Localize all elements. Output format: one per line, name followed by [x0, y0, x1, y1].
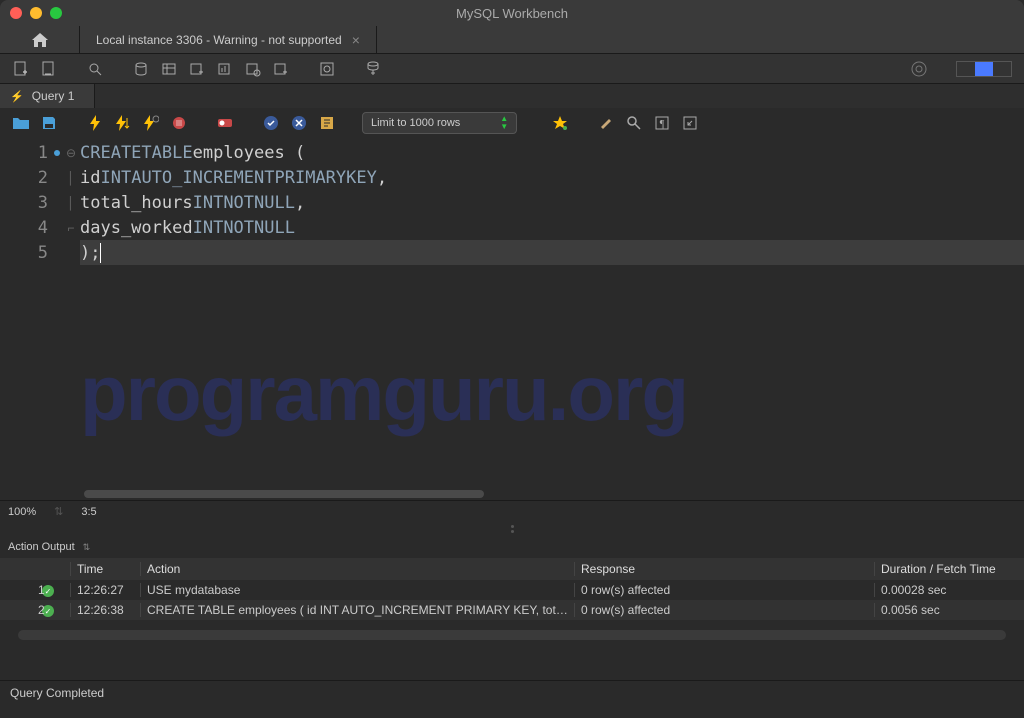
editor-toolbar: Limit to 1000 rows ▲▼ ¶ — [0, 108, 1024, 138]
watermark-text: programguru.org — [80, 348, 687, 439]
panel-splitter[interactable] — [0, 522, 1024, 536]
connection-tab-bar: Local instance 3306 - Warning - not supp… — [0, 26, 1024, 54]
sql-editor[interactable]: 12345 ⊖││⌐ programguru.org CREATE TABLE … — [0, 138, 1024, 488]
line-number: 1 — [0, 140, 62, 165]
code-line[interactable]: id INT AUTO_INCREMENT PRIMARY KEY, — [80, 165, 1024, 190]
rollback-icon[interactable] — [290, 114, 308, 132]
code-line[interactable]: CREATE TABLE employees ( — [80, 140, 1024, 165]
line-number: 4 — [0, 215, 62, 240]
output-mode-dropdown[interactable]: Action Output — [8, 541, 75, 553]
limit-rows-dropdown[interactable]: Limit to 1000 rows ▲▼ — [362, 112, 517, 134]
status-arrows-icon[interactable]: ⇅ — [54, 505, 63, 518]
explain-icon[interactable] — [142, 114, 160, 132]
status-message: Query Completed — [10, 686, 104, 700]
fold-marker[interactable]: │ — [62, 190, 80, 215]
zoom-level[interactable]: 100% — [8, 506, 36, 518]
query-tab[interactable]: ⚡ Query 1 — [0, 84, 95, 108]
open-file-icon[interactable] — [12, 114, 30, 132]
fold-marker[interactable] — [62, 240, 80, 265]
titlebar: MySQL Workbench — [0, 0, 1024, 26]
dropdown-arrows-icon: ▲▼ — [500, 115, 508, 131]
bolt-icon: ⚡ — [10, 90, 24, 103]
wrap-icon[interactable]: ¶ — [653, 114, 671, 132]
code-area[interactable]: programguru.org CREATE TABLE employees (… — [80, 138, 1024, 488]
db-tool-3-icon[interactable] — [188, 60, 206, 78]
db-tool-6-icon[interactable] — [272, 60, 290, 78]
db-tool-2-icon[interactable] — [160, 60, 178, 78]
connection-tab-label: Local instance 3306 - Warning - not supp… — [96, 33, 342, 47]
server-icon[interactable] — [364, 60, 382, 78]
editor-status-bar: 100% ⇅ 3:5 — [0, 500, 1024, 522]
col-response-header[interactable]: Response — [574, 562, 874, 576]
db-tool-4-icon[interactable] — [216, 60, 234, 78]
stop-icon[interactable] — [170, 114, 188, 132]
output-scrollbar[interactable] — [18, 630, 1006, 640]
action-output-table: Time Action Response Duration / Fetch Ti… — [0, 558, 1024, 640]
line-number: 2 — [0, 165, 62, 190]
inspector-icon[interactable] — [86, 60, 104, 78]
status-bar: Query Completed — [0, 680, 1024, 704]
code-line[interactable]: ); — [80, 240, 1024, 265]
panel-toggle[interactable] — [956, 61, 1012, 77]
output-row[interactable]: ✓212:26:38CREATE TABLE employees ( id IN… — [0, 600, 1024, 620]
close-window-button[interactable] — [10, 7, 22, 19]
editor-horizontal-scrollbar[interactable] — [0, 488, 1024, 500]
home-tab[interactable] — [0, 26, 80, 53]
connection-tab[interactable]: Local instance 3306 - Warning - not supp… — [80, 26, 377, 53]
save-file-icon[interactable] — [40, 114, 58, 132]
fold-marker[interactable]: ⊖ — [62, 140, 80, 165]
col-duration-header[interactable]: Duration / Fetch Time — [874, 562, 1024, 576]
col-action-header[interactable]: Action — [140, 562, 574, 576]
execute-icon[interactable] — [86, 114, 104, 132]
svg-text:¶: ¶ — [660, 119, 665, 130]
toggle-limit-icon[interactable] — [318, 114, 336, 132]
maximize-window-button[interactable] — [50, 7, 62, 19]
output-row[interactable]: ✓112:26:27USE mydatabase0 row(s) affecte… — [0, 580, 1024, 600]
db-tool-5-icon[interactable] — [244, 60, 262, 78]
query-tab-bar: ⚡ Query 1 — [0, 84, 1024, 108]
settings-icon[interactable] — [910, 60, 928, 78]
fold-marker[interactable]: │ — [62, 165, 80, 190]
main-toolbar — [0, 54, 1024, 84]
output-header-row: Time Action Response Duration / Fetch Ti… — [0, 558, 1024, 580]
execute-current-icon[interactable] — [114, 114, 132, 132]
find-icon[interactable] — [597, 114, 615, 132]
window-title: MySQL Workbench — [456, 6, 568, 21]
code-line[interactable]: days_worked INT NOT NULL — [80, 215, 1024, 240]
cursor-position: 3:5 — [81, 506, 96, 518]
db-tool-1-icon[interactable] — [132, 60, 150, 78]
fold-column: ⊖││⌐ — [62, 138, 80, 488]
commit-icon[interactable] — [262, 114, 280, 132]
close-tab-icon[interactable]: × — [352, 32, 360, 48]
line-number: 5 — [0, 240, 62, 265]
code-line[interactable]: total_hours INT NOT NULL, — [80, 190, 1024, 215]
dashboard-icon[interactable] — [318, 60, 336, 78]
line-number: 3 — [0, 190, 62, 215]
output-panel-header: Action Output ⇅ — [0, 536, 1024, 558]
beautify-icon[interactable] — [551, 114, 569, 132]
dropdown-chevron-icon[interactable]: ⇅ — [83, 542, 91, 553]
limit-label: Limit to 1000 rows — [371, 117, 460, 129]
new-sql-tab-icon[interactable] — [12, 60, 30, 78]
query-tab-label: Query 1 — [32, 89, 75, 103]
invisible-chars-icon[interactable] — [625, 114, 643, 132]
open-sql-file-icon[interactable] — [40, 60, 58, 78]
minimize-window-button[interactable] — [30, 7, 42, 19]
toggle-autocommit-icon[interactable] — [216, 114, 234, 132]
line-gutter: 12345 — [0, 138, 62, 488]
snippets-icon[interactable] — [681, 114, 699, 132]
fold-marker[interactable]: ⌐ — [62, 215, 80, 240]
col-time-header[interactable]: Time — [70, 562, 140, 576]
